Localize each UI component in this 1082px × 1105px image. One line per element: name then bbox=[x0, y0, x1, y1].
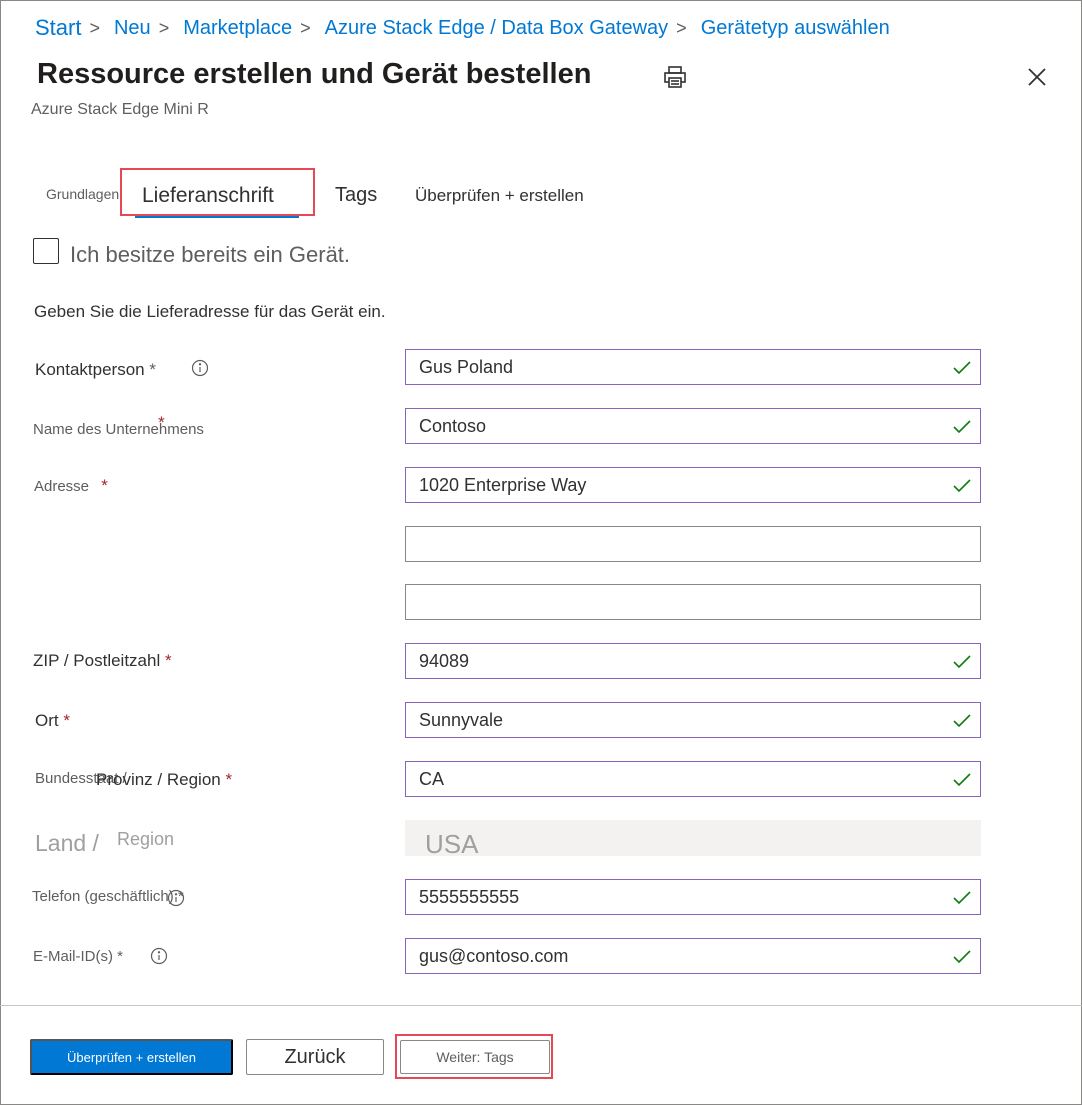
checkmark-icon bbox=[952, 889, 972, 907]
phone-label-text: Telefon (geschäftlich) bbox=[32, 888, 174, 905]
info-icon[interactable] bbox=[191, 359, 209, 377]
country-value: USA bbox=[425, 829, 479, 859]
info-icon[interactable] bbox=[150, 947, 168, 965]
contact-label-text: Kontaktperson bbox=[35, 360, 145, 379]
breadcrumb-azure-stack-edge[interactable]: Azure Stack Edge / Data Box Gateway bbox=[325, 17, 669, 40]
tab-review-create[interactable]: Überprüfen + erstellen bbox=[415, 186, 584, 206]
zip-value: 94089 bbox=[419, 651, 470, 671]
company-label: Name des Unternehmens * bbox=[33, 413, 215, 439]
checkmark-icon bbox=[952, 477, 972, 495]
address-label-text: Adresse bbox=[34, 478, 90, 495]
state-input[interactable]: CA bbox=[405, 761, 981, 797]
phone-label: Telefon (geschäftlich) * bbox=[32, 888, 184, 905]
checkmark-icon bbox=[952, 653, 972, 671]
contact-person-value: Gus Poland bbox=[419, 357, 514, 377]
breadcrumb-start[interactable]: Start bbox=[35, 15, 81, 41]
city-label-text: Ort bbox=[35, 711, 59, 730]
breadcrumb: Start > Neu > Marketplace > Azure Stack … bbox=[35, 14, 890, 42]
email-input[interactable]: gus@contoso.com bbox=[405, 938, 981, 974]
email-label-text: E-Mail-ID(s) bbox=[33, 948, 113, 965]
breadcrumb-select-device-type[interactable]: Gerätetyp auswählen bbox=[701, 17, 890, 40]
review-create-button[interactable]: Überprüfen + erstellen bbox=[30, 1039, 233, 1075]
email-value: gus@contoso.com bbox=[419, 946, 569, 966]
page-title: Ressource erstellen und Gerät bestellen bbox=[37, 58, 592, 90]
address-line2-input[interactable] bbox=[405, 526, 981, 562]
email-label: E-Mail-ID(s) * bbox=[33, 948, 123, 965]
footer-divider bbox=[0, 1005, 1082, 1006]
required-marker: * bbox=[101, 476, 108, 495]
city-label: Ort * bbox=[35, 711, 70, 731]
checkmark-icon bbox=[952, 771, 972, 789]
required-marker: * bbox=[149, 360, 156, 379]
zip-input[interactable]: 94089 bbox=[405, 643, 981, 679]
chevron-right-icon: > bbox=[89, 17, 100, 38]
city-value: Sunnyvale bbox=[419, 710, 504, 730]
close-icon[interactable] bbox=[1024, 64, 1050, 90]
chevron-right-icon: > bbox=[158, 17, 170, 38]
required-marker: * bbox=[63, 711, 70, 730]
back-button[interactable]: Zurück bbox=[246, 1039, 384, 1075]
contact-person-input[interactable]: Gus Poland bbox=[405, 349, 981, 385]
chevron-right-icon: > bbox=[300, 17, 311, 38]
city-input[interactable]: Sunnyvale bbox=[405, 702, 981, 738]
country-label: Land / bbox=[35, 830, 99, 856]
contact-label: Kontaktperson * bbox=[35, 360, 156, 380]
shipping-instruction: Geben Sie die Lieferadresse für das Gerä… bbox=[34, 302, 386, 321]
company-name-input[interactable]: Contoso bbox=[405, 408, 981, 444]
next-tags-button[interactable]: Weiter: Tags bbox=[400, 1040, 550, 1074]
phone-input[interactable]: 5555555555 bbox=[405, 879, 981, 915]
checkmark-icon bbox=[952, 359, 972, 377]
print-icon[interactable] bbox=[662, 64, 688, 90]
own-device-checkbox[interactable] bbox=[33, 238, 59, 264]
checkmark-icon bbox=[952, 712, 972, 730]
required-marker: * bbox=[225, 770, 233, 789]
state-value: CA bbox=[419, 769, 445, 789]
breadcrumb-marketplace[interactable]: Marketplace bbox=[183, 17, 292, 40]
required-marker: * bbox=[117, 948, 124, 965]
state-label: Provinz / Region * bbox=[96, 770, 232, 790]
state-label-text: Provinz / Region bbox=[96, 770, 221, 789]
checkmark-icon bbox=[952, 948, 972, 966]
breadcrumb-new[interactable]: Neu bbox=[114, 17, 151, 40]
address-label: Adresse * bbox=[34, 476, 108, 496]
checkmark-icon bbox=[952, 418, 972, 436]
company-label-text: Name des Unternehmens bbox=[33, 421, 204, 438]
address-line3-input[interactable] bbox=[405, 584, 981, 620]
country-label-region: Region bbox=[117, 829, 175, 849]
country-input: USA bbox=[405, 820, 981, 859]
tab-tags[interactable]: Tags bbox=[335, 184, 377, 207]
address-line1-value: 1020 Enterprise Way bbox=[419, 475, 587, 495]
zip-label-text: ZIP / Postleitzahl bbox=[33, 651, 161, 670]
address-line1-input[interactable]: 1020 Enterprise Way bbox=[405, 467, 981, 503]
chevron-right-icon: > bbox=[676, 17, 687, 38]
required-marker: * bbox=[164, 651, 172, 670]
tab-basics[interactable]: Grundlagen bbox=[46, 186, 119, 202]
info-icon[interactable] bbox=[167, 889, 185, 907]
company-name-value: Contoso bbox=[419, 416, 487, 436]
own-device-label: Ich besitze bereits ein Gerät. bbox=[70, 242, 351, 267]
required-marker: * bbox=[158, 413, 165, 432]
tab-shipping-address[interactable]: Lieferanschrift bbox=[142, 184, 274, 208]
page-subtitle: Azure Stack Edge Mini R bbox=[31, 101, 209, 118]
phone-value: 5555555555 bbox=[419, 887, 520, 907]
zip-label: ZIP / Postleitzahl * bbox=[33, 651, 172, 671]
active-tab-indicator bbox=[135, 215, 299, 218]
